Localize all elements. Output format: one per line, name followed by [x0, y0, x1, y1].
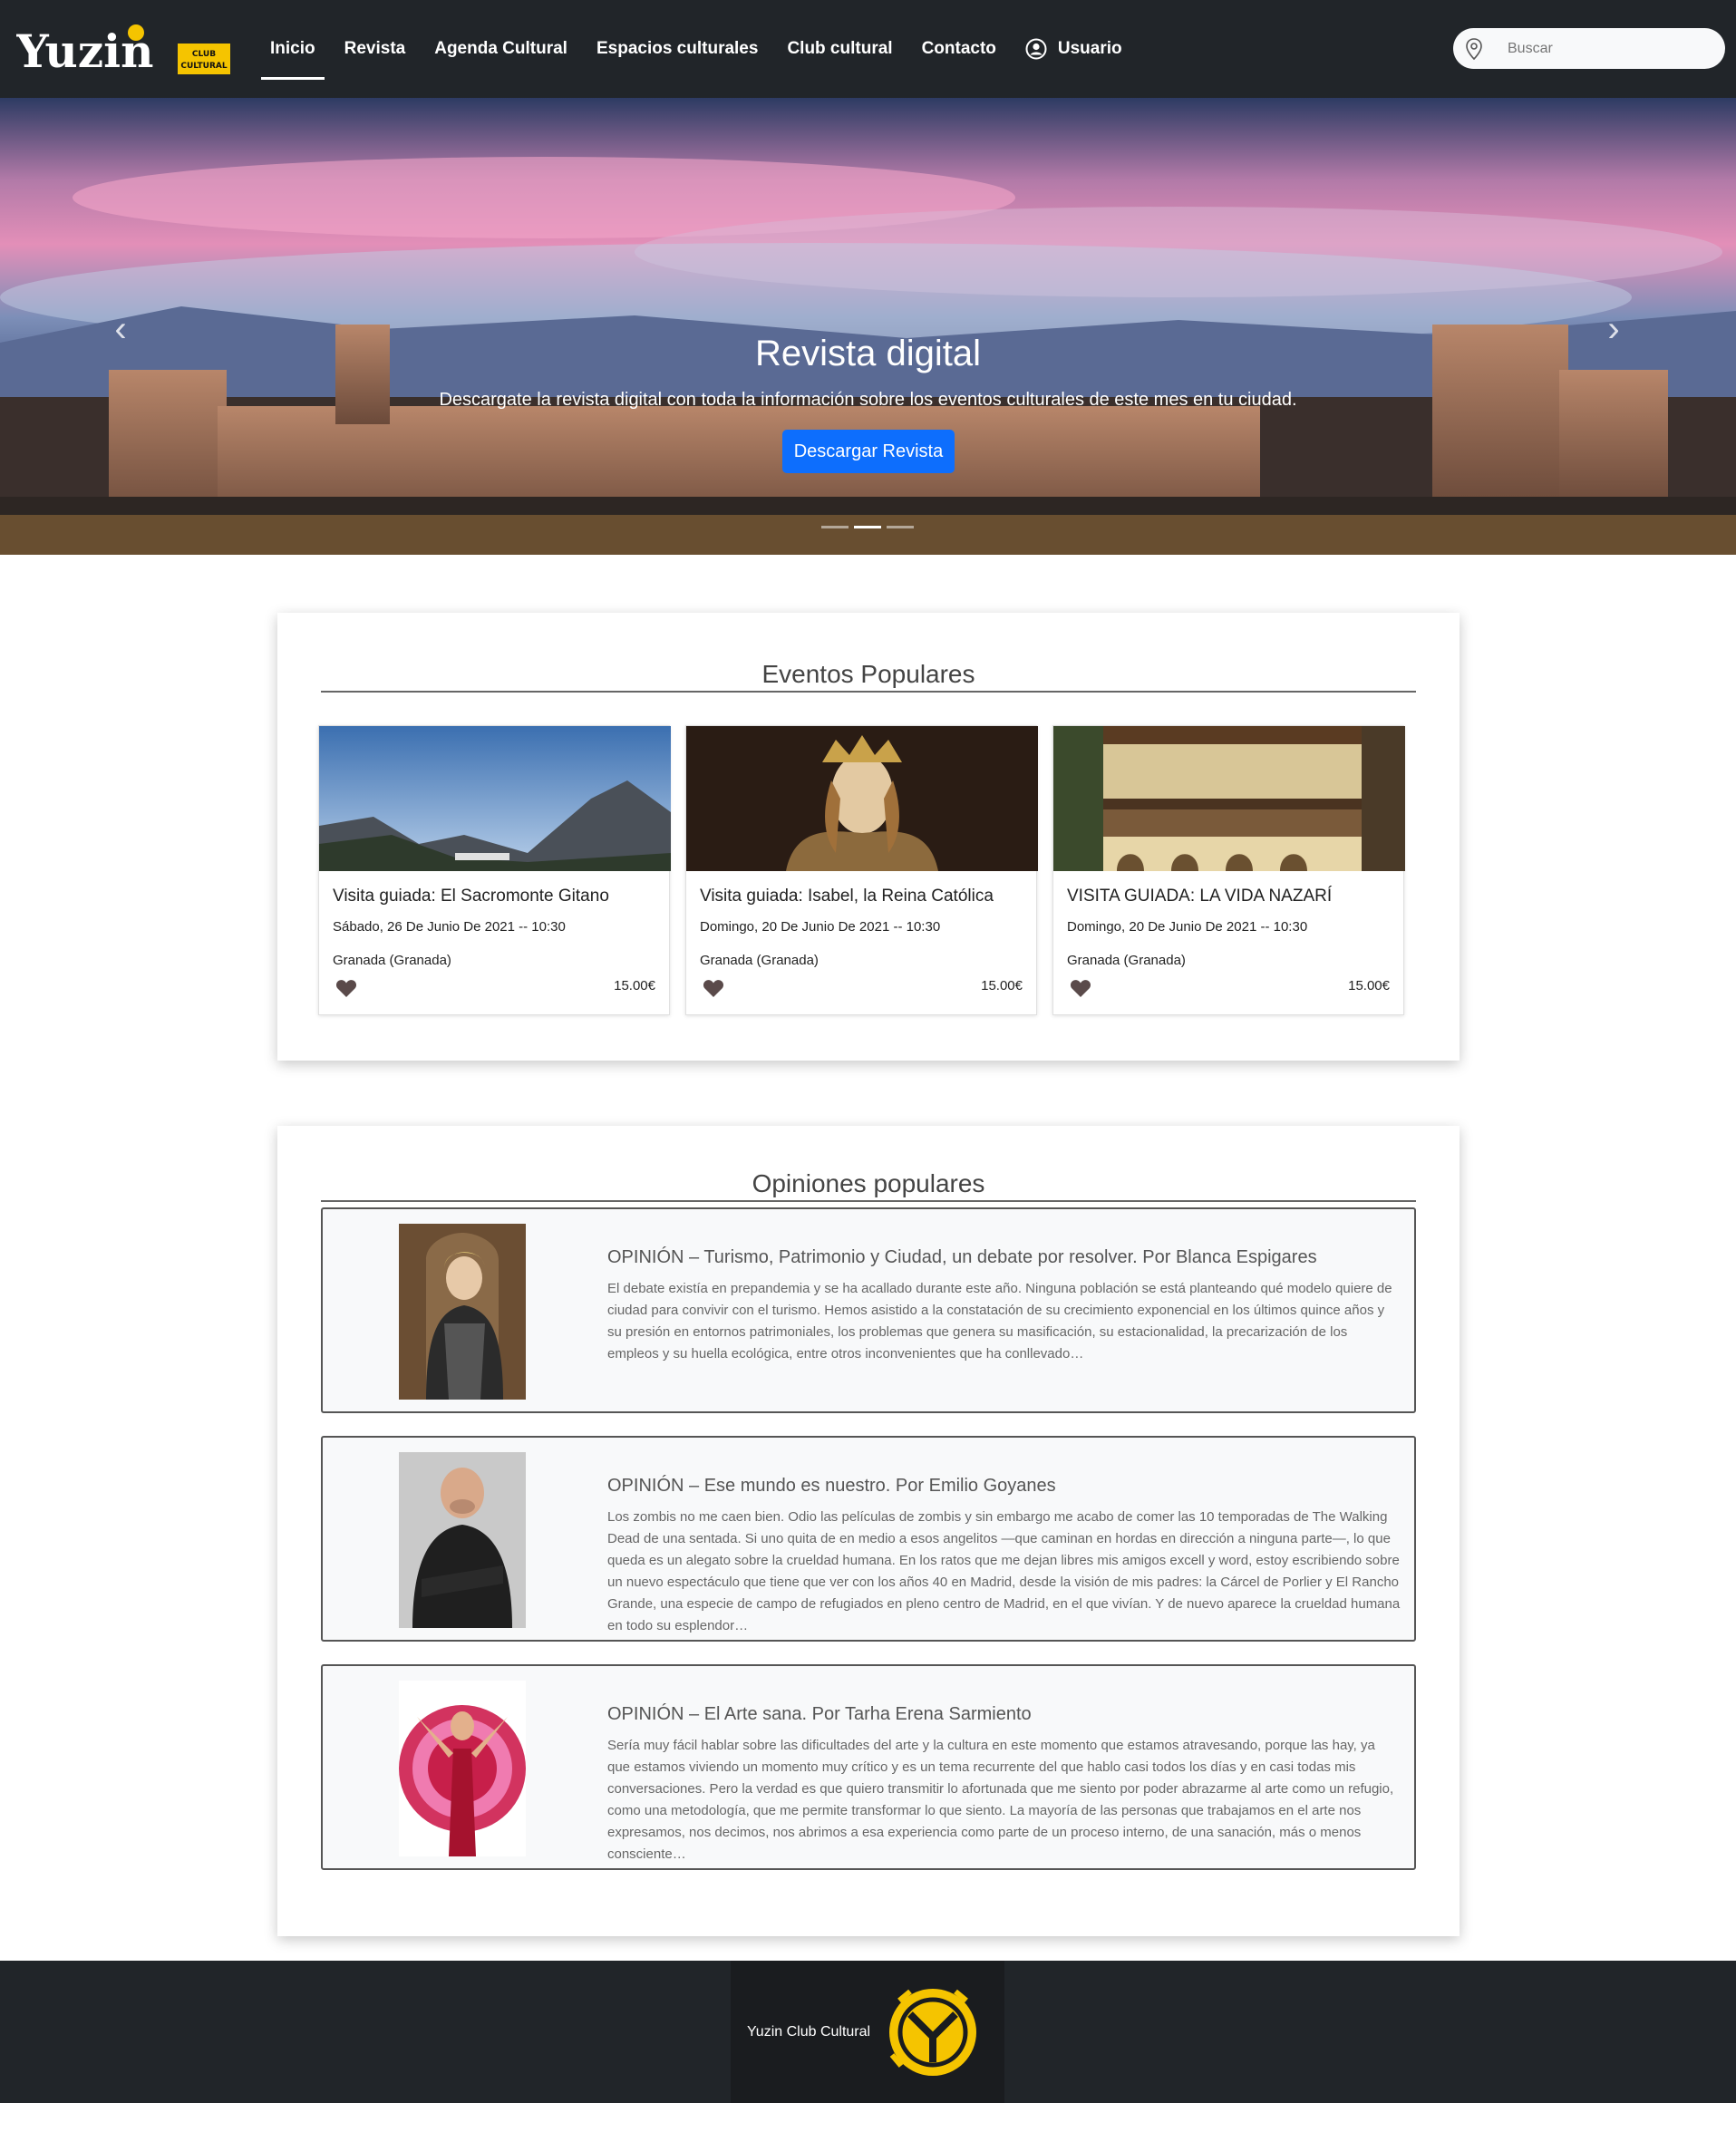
event-card[interactable]: Visita guiada: El Sacromonte Gitano Sába… — [318, 725, 671, 1015]
svg-text:CULTURAL: CULTURAL — [180, 62, 228, 71]
nav-revista-label: Revista — [344, 39, 406, 58]
carousel-indicator-1[interactable] — [821, 526, 849, 528]
download-magazine-button[interactable]: Descargar Revista — [782, 430, 955, 473]
event-card[interactable]: VISITA GUIADA: LA VIDA NAZARÍ Domingo, 2… — [1052, 725, 1405, 1015]
hero-title: Revista digital — [754, 334, 981, 373]
nav-agenda-label: Agenda Cultural — [434, 39, 567, 58]
events-grid: Visita guiada: El Sacromonte Gitano Sába… — [318, 725, 1415, 1019]
hero-image-alhambra — [0, 98, 1736, 555]
nav-contacto-label: Contacto — [921, 39, 996, 58]
hero-description: Descargate la revista digital con toda l… — [439, 390, 1297, 410]
heart-icon[interactable] — [1070, 978, 1091, 998]
opinion-title[interactable]: OPINIÓN – Turismo, Patrimonio y Ciudad, … — [607, 1247, 1317, 1268]
opinion-title[interactable]: OPINIÓN – El Arte sana. Por Tarha Erena … — [607, 1704, 1032, 1725]
main-nav: Inicio Revista Agenda Cultural Espacios … — [256, 0, 1137, 98]
footer: Yuzin Club Cultural — [0, 1961, 1736, 2103]
event-title[interactable]: Visita guiada: El Sacromonte Gitano — [333, 887, 609, 906]
event-image-nazari — [1053, 726, 1405, 871]
event-image-isabel — [686, 726, 1038, 871]
popular-events-title: Eventos Populares — [321, 658, 1416, 693]
nav-usuario-label: Usuario — [1057, 39, 1122, 58]
nav-club-cultural[interactable]: Club cultural — [772, 0, 907, 98]
map-pin-icon — [1464, 37, 1484, 61]
opinion-card[interactable]: OPINIÓN – Turismo, Patrimonio y Ciudad, … — [321, 1207, 1416, 1413]
event-date: Domingo, 20 De Junio De 2021 -- 10:30 — [700, 919, 941, 935]
nav-agenda-cultural[interactable]: Agenda Cultural — [420, 0, 582, 98]
nav-inicio[interactable]: Inicio — [256, 0, 330, 98]
popular-opinions-title: Opiniones populares — [321, 1168, 1416, 1202]
nav-club-label: Club cultural — [787, 39, 893, 58]
event-date: Domingo, 20 De Junio De 2021 -- 10:30 — [1067, 919, 1308, 935]
event-price: 15.00€ — [614, 978, 655, 993]
hero-carousel: ‹ › Revista digital Descargate la revist… — [0, 98, 1736, 555]
event-price: 15.00€ — [981, 978, 1023, 993]
popular-events-section: Eventos Populares Visita guiada: El Sacr… — [277, 613, 1460, 1061]
event-place: Granada (Granada) — [700, 953, 819, 968]
opinion-card[interactable]: OPINIÓN – Ese mundo es nuestro. Por Emil… — [321, 1436, 1416, 1642]
event-card[interactable]: Visita guiada: Isabel, la Reina Católica… — [685, 725, 1038, 1015]
yuzin-logo[interactable]: Yuzin CLUB CULTURAL — [15, 22, 234, 78]
event-place: Granada (Granada) — [1067, 953, 1186, 968]
footer-brand: Yuzin Club Cultural — [731, 1961, 1004, 2103]
event-place: Granada (Granada) — [333, 953, 451, 968]
author-photo — [399, 1224, 526, 1400]
nav-espacios-culturales[interactable]: Espacios culturales — [582, 0, 772, 98]
event-image-sacromonte — [319, 726, 671, 871]
search-input[interactable] — [1508, 40, 1707, 57]
yuzin-emblem-icon[interactable] — [883, 1982, 983, 2082]
nav-usuario[interactable]: Usuario — [1011, 0, 1137, 98]
opinion-excerpt: El debate existía en prepandemia y se ha… — [607, 1281, 1392, 1362]
carousel-indicator-3[interactable] — [887, 526, 914, 528]
opinion-excerpt: Sería muy fácil hablar sobre las dificul… — [607, 1738, 1394, 1862]
svg-text:CLUB: CLUB — [192, 50, 216, 59]
nav-revista[interactable]: Revista — [330, 0, 421, 98]
carousel-indicators — [821, 526, 914, 528]
nav-inicio-label: Inicio — [270, 39, 315, 58]
opinion-excerpt: Los zombis no me caen bien. Odio las pel… — [607, 1509, 1401, 1633]
opinion-card[interactable]: OPINIÓN – El Arte sana. Por Tarha Erena … — [321, 1664, 1416, 1870]
author-photo — [399, 1452, 526, 1628]
event-price: 15.00€ — [1348, 978, 1390, 993]
user-circle-icon — [1025, 38, 1047, 60]
heart-icon[interactable] — [335, 978, 357, 998]
footer-text: Yuzin Club Cultural — [747, 2023, 871, 2040]
search-bar[interactable] — [1453, 28, 1725, 69]
event-date: Sábado, 26 De Junio De 2021 -- 10:30 — [333, 919, 566, 935]
opinion-title[interactable]: OPINIÓN – Ese mundo es nuestro. Por Emil… — [607, 1476, 1056, 1497]
heart-icon[interactable] — [703, 978, 724, 998]
author-photo — [399, 1681, 526, 1856]
popular-opinions-section: Opiniones populares OPINIÓN – Turismo, P… — [277, 1126, 1460, 1936]
event-title[interactable]: VISITA GUIADA: LA VIDA NAZARÍ — [1067, 887, 1332, 906]
event-title[interactable]: Visita guiada: Isabel, la Reina Católica — [700, 887, 994, 906]
nav-espacios-label: Espacios culturales — [596, 39, 759, 58]
navbar: Yuzin CLUB CULTURAL Inicio Revista Agend… — [0, 0, 1736, 98]
carousel-indicator-2[interactable] — [854, 526, 881, 528]
nav-contacto[interactable]: Contacto — [907, 0, 1011, 98]
